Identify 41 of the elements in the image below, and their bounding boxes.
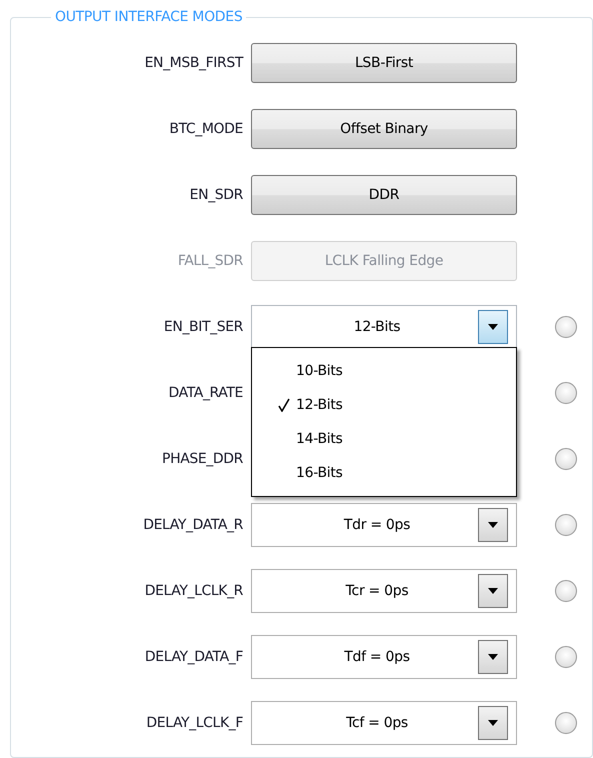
field-label: DELAY_LCLK_F [146, 715, 244, 731]
radio-button[interactable] [555, 382, 577, 404]
menu-item[interactable]: 16-Bits [296, 465, 343, 481]
dropdown[interactable]: Tdf = 0ps [251, 635, 517, 679]
dropdown[interactable]: 12-Bits [251, 305, 517, 349]
field-label: DELAY_LCLK_R [144, 583, 244, 599]
radio-button[interactable] [555, 316, 577, 338]
field-label: BTC_MODE [169, 121, 244, 137]
field-label: EN_SDR [190, 187, 244, 203]
toggle-button[interactable]: LSB-First [251, 43, 517, 83]
caret-icon [488, 324, 498, 330]
field-label: FALL_SDR [178, 253, 244, 269]
caret-icon [488, 522, 498, 528]
dropdown-button[interactable] [478, 574, 508, 608]
caret-icon [488, 588, 498, 594]
radio-button[interactable] [555, 646, 577, 668]
field-label: PHASE_DDR [162, 451, 244, 467]
dropdown-button[interactable] [478, 706, 508, 740]
dropdown-button[interactable] [478, 640, 508, 674]
dropdown[interactable]: Tdr = 0ps [251, 503, 517, 547]
caret-icon [488, 720, 498, 726]
menu-item[interactable]: 14-Bits [296, 431, 343, 447]
caret-icon [488, 654, 498, 660]
radio-button[interactable] [555, 580, 577, 602]
menu-item[interactable]: 10-Bits [296, 363, 343, 379]
field-label: DELAY_DATA_R [143, 517, 244, 533]
group-title: OUTPUT INTERFACE MODES [54, 9, 244, 25]
field-label: EN_BIT_SER [164, 319, 244, 335]
field-label: DATA_RATE [168, 385, 244, 401]
radio-button[interactable] [555, 712, 577, 734]
field-label: DELAY_DATA_F [144, 649, 244, 665]
dropdown[interactable]: Tcf = 0ps [251, 701, 517, 745]
toggle-button[interactable]: Offset Binary [251, 109, 517, 149]
dropdown-button[interactable] [478, 310, 508, 344]
radio-button[interactable] [555, 514, 577, 536]
toggle-button[interactable]: DDR [251, 175, 517, 215]
field-label: EN_MSB_FIRST [144, 55, 244, 71]
menu-item[interactable]: 12-Bits [296, 397, 343, 413]
dropdown[interactable]: Tcr = 0ps [251, 569, 517, 613]
dropdown-button[interactable] [478, 508, 508, 542]
radio-button[interactable] [555, 448, 577, 470]
